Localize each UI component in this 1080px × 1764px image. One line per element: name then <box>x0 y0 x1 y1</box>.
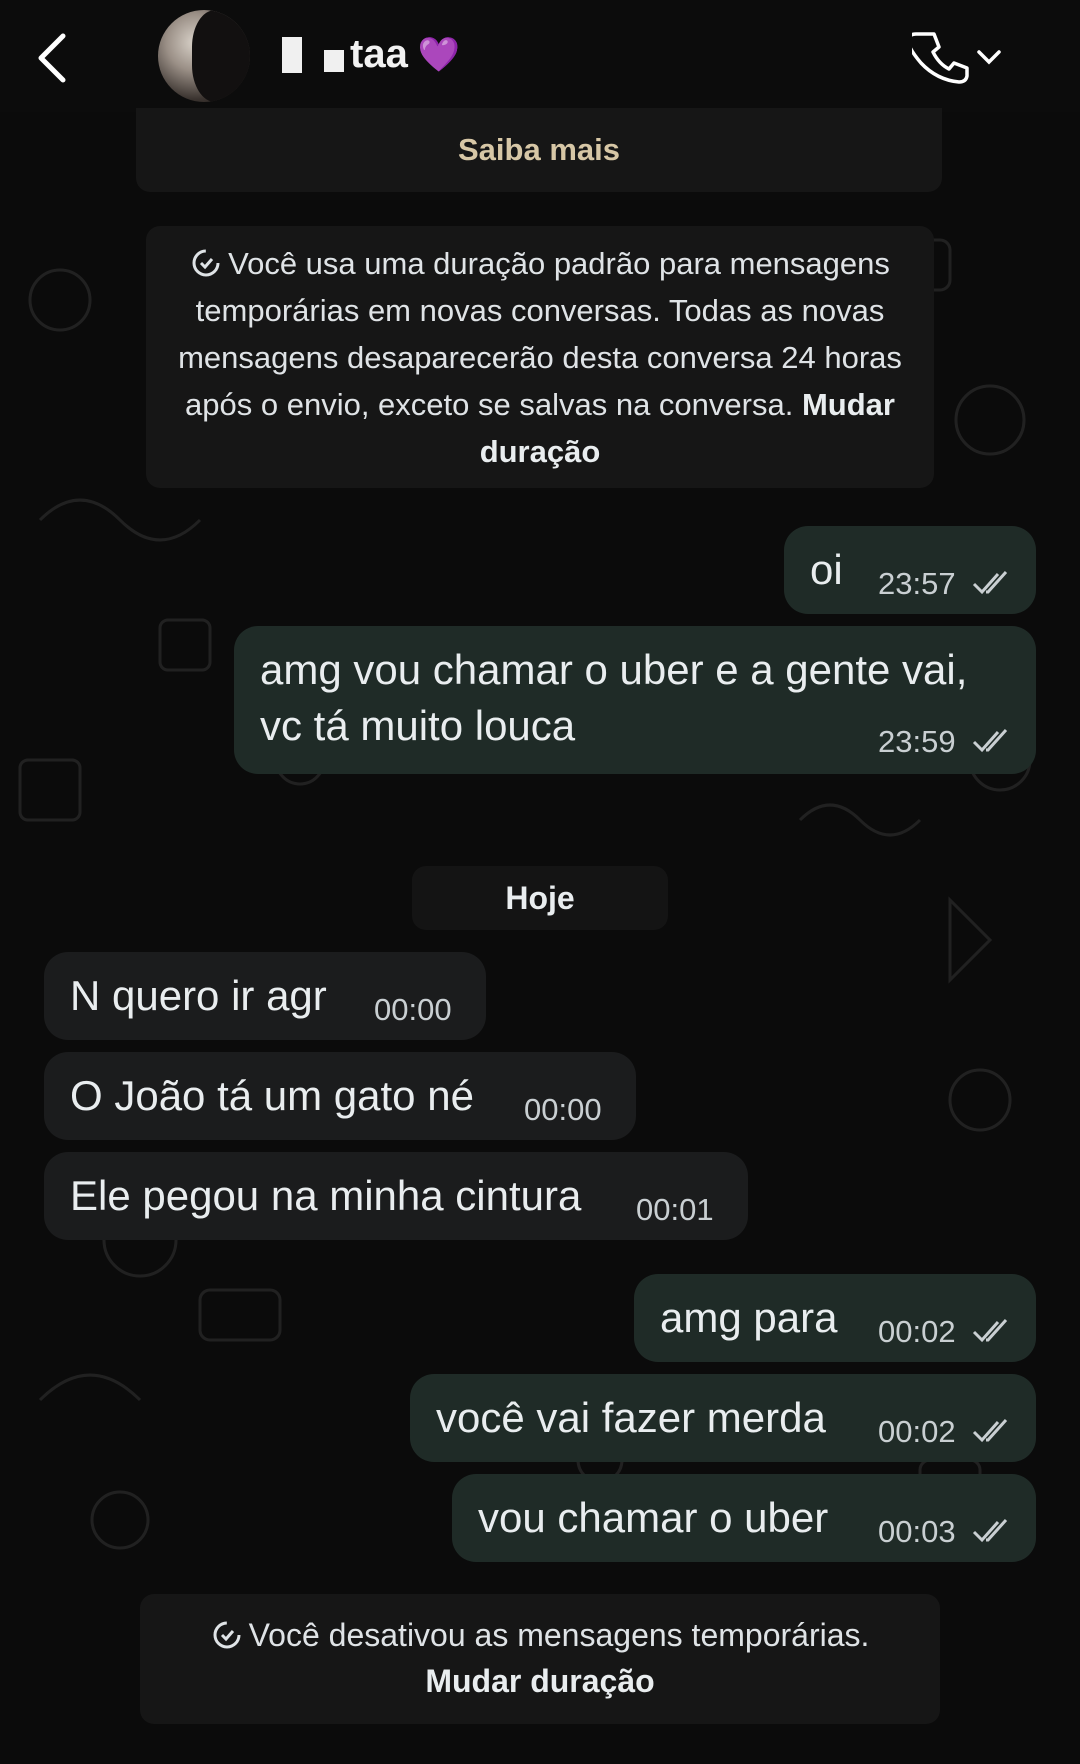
chevron-down-icon[interactable] <box>976 48 1002 66</box>
disappearing-off-notice: Você desativou as mensagens temporárias.… <box>140 1594 940 1724</box>
notice-text: Você desativou as mensagens temporárias. <box>248 1617 870 1653</box>
disappearing-timer-icon <box>213 1621 241 1649</box>
redaction-block <box>282 36 302 73</box>
double-check-icon <box>972 570 1008 595</box>
double-check-icon <box>972 1518 1008 1543</box>
double-check-icon <box>972 728 1008 753</box>
message-time: 00:00 <box>374 992 452 1027</box>
message-text: amg para <box>660 1294 838 1341</box>
message-text: O João tá um gato né <box>70 1072 474 1119</box>
contact-name[interactable]: taa 💜 <box>282 32 460 77</box>
message-text: vou chamar o uber <box>478 1494 829 1541</box>
contact-name-label: taa <box>350 32 408 76</box>
avatar[interactable] <box>158 10 250 102</box>
double-check-icon <box>972 1318 1008 1343</box>
date-divider: Hoje <box>412 866 668 930</box>
message-incoming[interactable]: Ele pegou na minha cintura 00:01 <box>44 1152 748 1240</box>
chevron-left-icon <box>38 33 66 83</box>
heart-emoji: 💜 <box>417 35 461 74</box>
disappearing-timer-icon <box>192 249 220 277</box>
message-time: 23:57 <box>878 566 956 601</box>
message-time: 00:03 <box>878 1514 956 1549</box>
message-text-line2: vc tá muito louca <box>260 702 576 749</box>
message-text: N quero ir agr <box>70 972 327 1019</box>
message-time: 23:59 <box>878 724 956 759</box>
message-time: 00:01 <box>636 1192 714 1227</box>
message-outgoing[interactable]: você vai fazer merda 00:02 <box>410 1374 1036 1462</box>
double-check-icon <box>972 1418 1008 1443</box>
message-time: 00:02 <box>878 1314 956 1349</box>
message-text: amg vou chamar o uber e a gente vai, <box>260 646 968 693</box>
message-incoming[interactable]: N quero ir agr 00:00 <box>44 952 486 1040</box>
phone-icon <box>912 32 969 84</box>
message-outgoing[interactable]: oi 23:57 <box>784 526 1036 614</box>
message-outgoing[interactable]: amg para 00:02 <box>634 1274 1036 1362</box>
call-button[interactable] <box>912 26 1012 88</box>
message-time: 00:00 <box>524 1092 602 1127</box>
change-duration-link[interactable]: Mudar duração <box>425 1663 654 1699</box>
message-outgoing[interactable]: vou chamar o uber 00:03 <box>452 1474 1036 1562</box>
back-button[interactable] <box>30 28 74 88</box>
saiba-mais-link[interactable]: Saiba mais <box>458 132 620 167</box>
encryption-banner: Saiba mais <box>136 108 942 192</box>
message-incoming[interactable]: O João tá um gato né 00:00 <box>44 1052 636 1140</box>
notice-text: Você usa uma duração padrão para mensage… <box>178 246 902 422</box>
message-outgoing[interactable]: amg vou chamar o uber e a gente vai, vc … <box>234 626 1036 774</box>
chat-header: taa 💜 <box>0 0 1080 112</box>
message-text: você vai fazer merda <box>436 1394 826 1441</box>
message-text: Ele pegou na minha cintura <box>70 1172 582 1219</box>
message-time: 00:02 <box>878 1414 956 1449</box>
redaction-block <box>324 49 344 72</box>
disappearing-messages-notice: Você usa uma duração padrão para mensage… <box>146 226 934 488</box>
message-text: oi <box>810 546 843 593</box>
